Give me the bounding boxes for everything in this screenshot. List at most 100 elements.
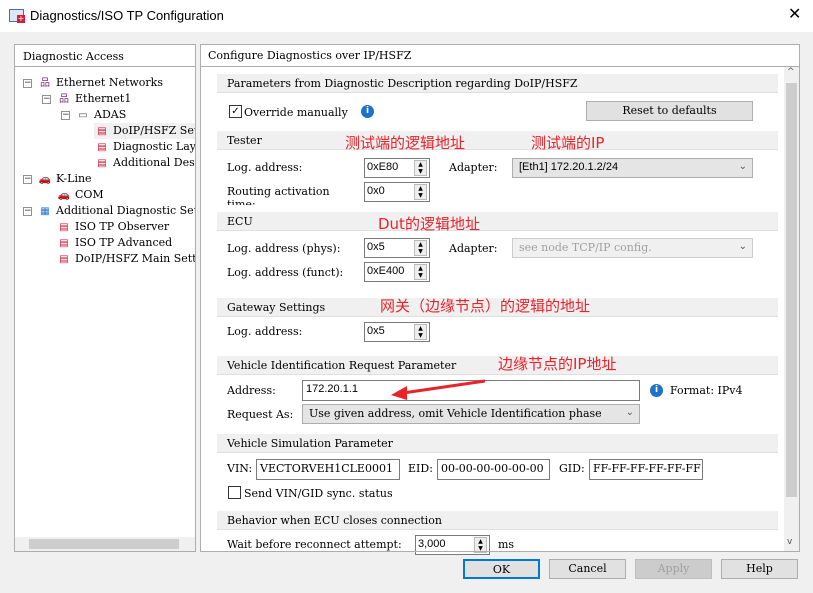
- title-bar: + Diagnostics/ISO TP Configuration ✕: [0, 0, 813, 32]
- tree-item[interactable]: ▤ ISO TP Observer: [56, 219, 169, 235]
- eid-label: EID:: [408, 462, 433, 475]
- gid-label: GID:: [559, 462, 585, 475]
- tree-item[interactable]: ▤ DoIP/HSFZ Main Settings: [56, 251, 195, 267]
- tree-item[interactable]: ▤ DoIP/HSFZ Settings: [94, 123, 195, 139]
- tree-item[interactable]: ▦ Additional Diagnostic Settings: [37, 203, 195, 219]
- tester-log-address-label: Log. address:: [227, 161, 303, 174]
- tree-item-label: COM: [75, 188, 104, 201]
- chevron-down-icon: ⌄: [738, 161, 747, 172]
- tree-scrollbar[interactable]: [15, 537, 195, 551]
- ecu-funct-label: Log. address (funct):: [227, 266, 344, 279]
- annotation-dut-logical: Dut的逻辑地址: [378, 215, 480, 233]
- gid-input[interactable]: FF-FF-FF-FF-FF-FF: [589, 459, 703, 480]
- info-icon[interactable]: i: [361, 105, 374, 118]
- diag-folder-icon: ▦: [40, 206, 50, 217]
- format-label: Format: IPv4: [670, 384, 743, 397]
- vin-input[interactable]: VECTORVEH1CLE0001: [256, 459, 400, 480]
- collapse-toggle[interactable]: −: [61, 111, 70, 120]
- tree-item[interactable]: 🚗 COM: [56, 187, 104, 203]
- routing-activation-spinner[interactable]: 0x0 ▲ ▼: [364, 182, 430, 202]
- diag-doc-icon: ▤: [59, 238, 69, 249]
- request-as-label: Request As:: [227, 408, 294, 421]
- gateway-log-label: Log. address:: [227, 325, 303, 338]
- tester-log-address-spinner[interactable]: 0xE80 ▲ ▼: [364, 158, 430, 178]
- ecu-funct-value: 0xE400: [367, 265, 405, 277]
- ecu-phys-value: 0x5: [367, 241, 385, 253]
- vertical-scrollbar[interactable]: ^ v: [784, 67, 799, 552]
- tester-adapter-select[interactable]: [Eth1] 172.20.1.2/24 ⌄: [512, 158, 753, 178]
- eid-input[interactable]: 00-00-00-00-00-00: [437, 459, 550, 480]
- tree-item-label: Additional Descriptions: [113, 156, 195, 169]
- tree-item[interactable]: 品 Ethernet Networks: [37, 75, 163, 91]
- gateway-log-spinner[interactable]: 0x5 ▲ ▼: [364, 322, 430, 342]
- request-as-select[interactable]: Use given address, omit Vehicle Identifi…: [302, 404, 640, 424]
- close-icon[interactable]: ✕: [788, 4, 801, 23]
- app-icon: +: [9, 9, 25, 23]
- panel-header: Diagnostic Access: [15, 45, 195, 67]
- cancel-button[interactable]: Cancel: [549, 559, 626, 579]
- network-icon: 品: [59, 94, 69, 105]
- spinner-arrows-icon[interactable]: ▲ ▼: [414, 160, 427, 176]
- ok-button[interactable]: OK: [463, 559, 540, 579]
- diagnostic-access-panel: Diagnostic Access − 品 Ethernet Networks − 品 E…: [14, 44, 196, 552]
- collapse-toggle[interactable]: −: [42, 95, 51, 104]
- annotation-tester-logical: 测试端的逻辑地址: [345, 134, 466, 152]
- configure-header: Configure Diagnostics over IP/HSFZ: [208, 49, 412, 62]
- tree-item[interactable]: ▤ Diagnostic Layer: [94, 139, 196, 155]
- diag-doc-icon: ▤: [59, 254, 69, 265]
- chevron-down-icon: ⌄: [738, 241, 747, 252]
- address-label: Address:: [227, 384, 276, 397]
- help-button[interactable]: Help: [721, 559, 798, 579]
- wait-spinner[interactable]: 3,000 ▲ ▼: [415, 535, 490, 555]
- network-icon: 品: [40, 78, 50, 89]
- annotation-arrow: [391, 379, 486, 400]
- collapse-toggle[interactable]: −: [23, 207, 32, 216]
- vin-label: VIN:: [227, 462, 253, 475]
- annotation-tester-ip: 测试端的IP: [531, 134, 605, 152]
- annotation-gateway-logical: 网关（边缘节点）的逻辑的地址: [380, 297, 591, 315]
- spinner-arrows-icon[interactable]: ▲ ▼: [414, 264, 427, 280]
- send-sync-checkbox[interactable]: [228, 486, 241, 499]
- diag-doc-icon: ▤: [97, 158, 107, 169]
- info-icon[interactable]: i: [650, 384, 663, 397]
- car-icon: 🚗: [38, 174, 52, 185]
- ecu-funct-spinner[interactable]: 0xE400 ▲ ▼: [364, 262, 430, 282]
- tree-item[interactable]: ▭ ADAS: [75, 107, 126, 123]
- tester-log-address-value: 0xE80: [367, 161, 399, 173]
- tree-item-label: Diagnostic Layer: [113, 140, 196, 153]
- collapse-toggle[interactable]: −: [23, 175, 32, 184]
- ecu-phys-spinner[interactable]: 0x5 ▲ ▼: [364, 238, 430, 258]
- reset-to-defaults-button[interactable]: Reset to defaults: [586, 101, 753, 121]
- collapse-toggle[interactable]: −: [23, 79, 32, 88]
- section-params: Parameters from Diagnostic Description r…: [217, 74, 778, 93]
- tree-item-label: ADAS: [94, 108, 127, 121]
- tree-item[interactable]: 品 Ethernet1: [56, 91, 131, 107]
- section-tester: Tester: [217, 131, 778, 150]
- section-vehicle-sim: Vehicle Simulation Parameter: [217, 434, 778, 453]
- routing-activation-label: Routing activation time:: [227, 185, 330, 205]
- tree-item-label: Additional Diagnostic Settings: [56, 204, 195, 217]
- tree-item[interactable]: 🚗 K-Line: [37, 171, 92, 187]
- tester-adapter-value: [Eth1] 172.20.1.2/24: [519, 161, 619, 173]
- spinner-arrows-icon[interactable]: ▲ ▼: [414, 240, 427, 256]
- tree-item-label: K-Line: [56, 172, 92, 185]
- tree-item-label: Ethernet1: [75, 92, 132, 105]
- chevron-down-icon: ⌄: [625, 407, 634, 418]
- wait-label: Wait before reconnect attempt:: [227, 538, 402, 551]
- request-as-value: Use given address, omit Vehicle Identifi…: [309, 407, 602, 420]
- apply-button: Apply: [635, 559, 712, 579]
- spinner-arrows-icon[interactable]: ▲ ▼: [414, 184, 427, 200]
- section-behavior: Behavior when ECU closes connection: [217, 511, 778, 530]
- tree-item[interactable]: ▤ Additional Descriptions: [94, 155, 195, 171]
- computer-icon: ▭: [78, 110, 88, 121]
- car-icon: 🚗: [57, 190, 71, 201]
- annotation-edge-ip: 边缘节点的IP地址: [498, 355, 617, 373]
- wait-value: 3,000: [418, 538, 446, 550]
- override-checkbox[interactable]: ✓: [229, 105, 242, 118]
- tree-item[interactable]: ▤ ISO TP Advanced: [56, 235, 172, 251]
- tree-item-label: Ethernet Networks: [56, 76, 163, 89]
- ecu-adapter-select: see node TCP/IP config. ⌄: [512, 238, 753, 258]
- tree-item-label: ISO TP Advanced: [75, 236, 173, 249]
- wait-unit: ms: [498, 538, 515, 551]
- spinner-arrows-icon[interactable]: ▲ ▼: [414, 324, 427, 340]
